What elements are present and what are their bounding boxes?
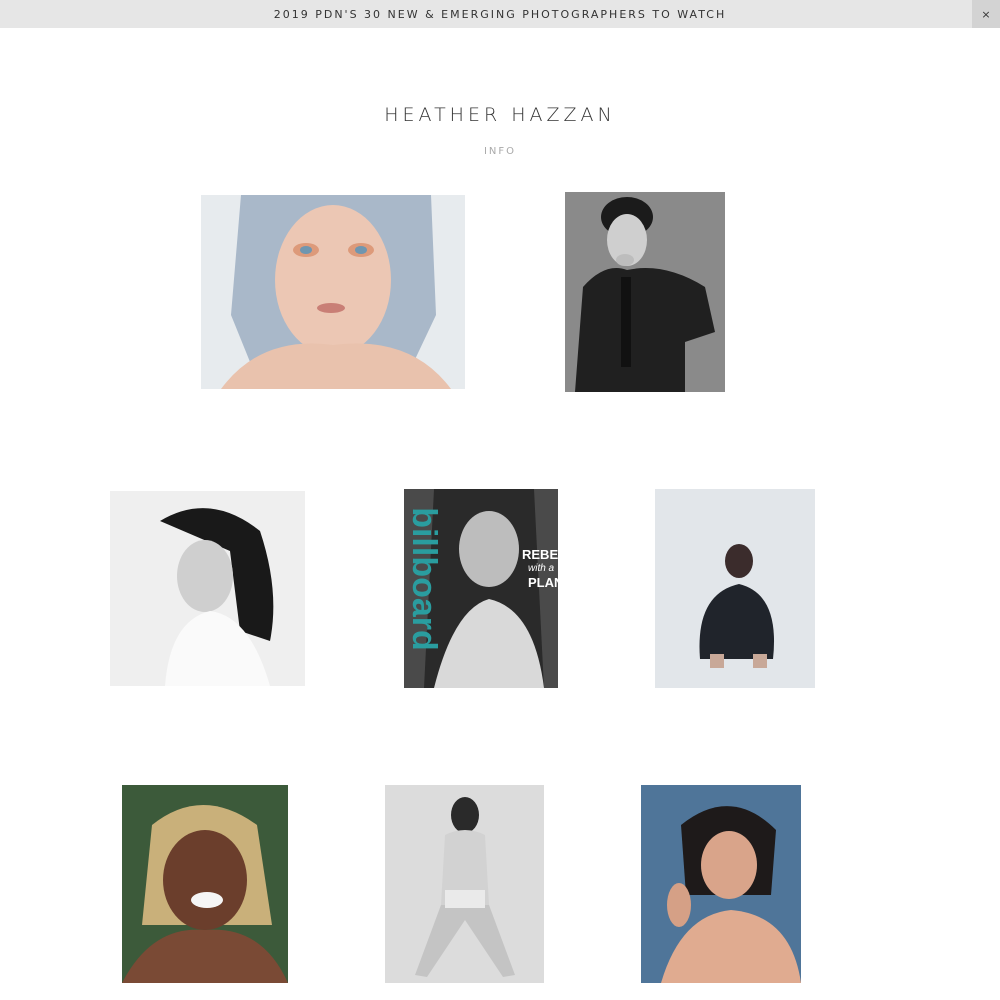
photo-image (565, 192, 725, 392)
photo-image (122, 785, 288, 983)
gallery-photo-blue-hair-portrait[interactable] (201, 195, 465, 389)
info-link[interactable]: INFO (0, 146, 1000, 157)
gallery-photo-profile-woman[interactable] (110, 491, 305, 686)
announcement-banner[interactable]: 2019 PDN'S 30 NEW & EMERGING PHOTOGRAPHE… (0, 0, 1000, 28)
gallery-photo-sitting-woman[interactable] (655, 489, 815, 688)
gallery-photo-blue-background-woman[interactable] (641, 785, 801, 983)
cover-masthead: billboard (405, 507, 443, 651)
site-title[interactable]: HEATHER HAZZAN (0, 104, 1000, 126)
photo-image (110, 491, 305, 686)
photo-image (201, 195, 465, 389)
cover-headline-line1: REBEL (522, 547, 558, 562)
close-banner-button[interactable]: × (972, 0, 1000, 28)
photo-image (385, 785, 544, 983)
cover-headline-line2: with a (528, 563, 555, 574)
cover-headline-line3: PLAN (528, 575, 558, 590)
gallery-photo-standing-woman[interactable] (385, 785, 544, 983)
photo-image (655, 489, 815, 688)
announcement-text[interactable]: 2019 PDN'S 30 NEW & EMERGING PHOTOGRAPHE… (274, 8, 727, 21)
gallery-photo-billboard-cover[interactable]: billboard REBEL with a PLAN (404, 489, 558, 688)
photo-image (641, 785, 801, 983)
gallery-photo-laughing-woman[interactable] (122, 785, 288, 983)
gallery-photo-man-sequin-shirt[interactable] (565, 192, 725, 392)
